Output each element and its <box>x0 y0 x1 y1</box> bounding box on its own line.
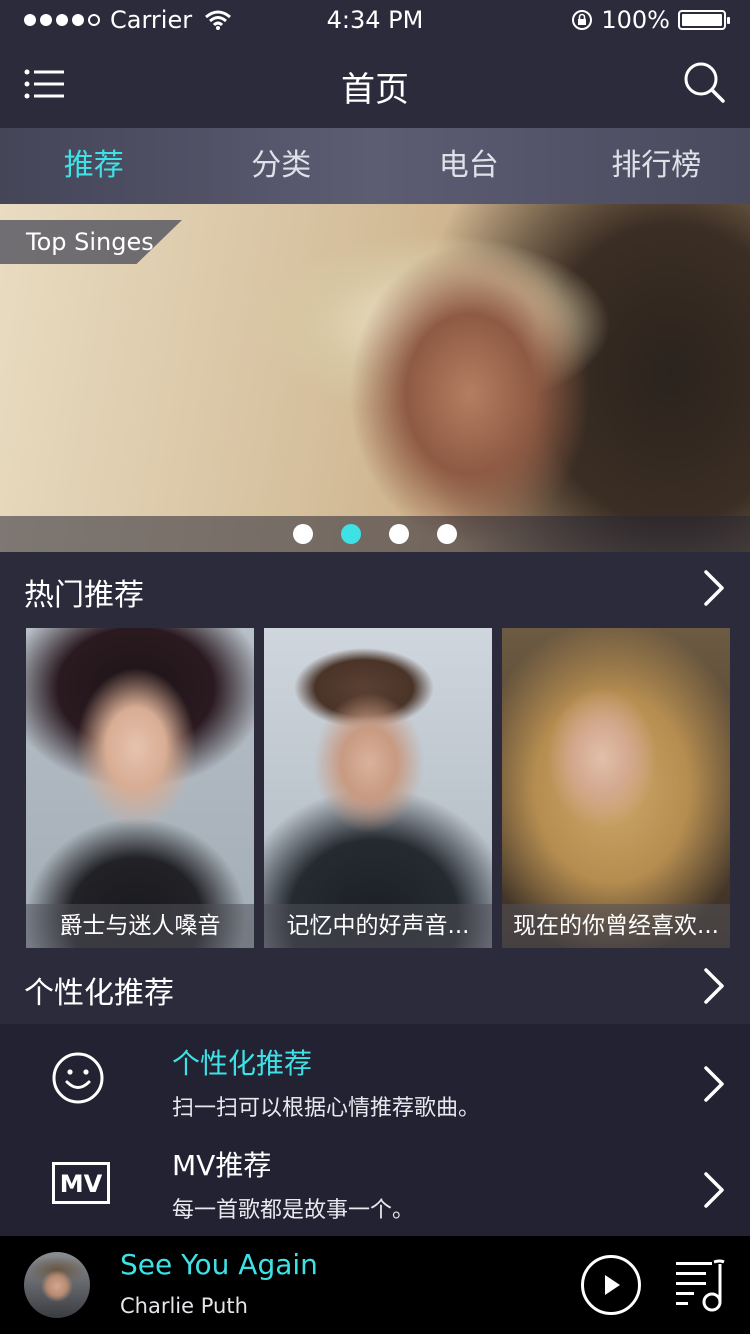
personal-row-title: 个性化推荐 <box>172 1047 313 1080</box>
banner-tag: Top Singes <box>0 220 182 264</box>
status-bar: Carrier 4:34 PM 100% <box>0 0 750 40</box>
personal-row-desc: 扫一扫可以根据心情推荐歌曲。 <box>172 1096 481 1121</box>
tab-bar: 推荐 分类 电台 排行榜 <box>0 128 750 204</box>
tab-recommend[interactable]: 推荐 <box>0 128 188 204</box>
search-icon[interactable] <box>682 60 726 104</box>
personal-list: 个性化推荐 扫一扫可以根据心情推荐歌曲。 MV MV推荐 每一首歌都是故事一个。 <box>0 1024 750 1236</box>
battery-icon <box>678 10 730 30</box>
song-artist: Charlie Puth <box>120 1294 248 1318</box>
personal-row[interactable]: MV MV推荐 每一首歌都是故事一个。 <box>0 1130 750 1236</box>
mv-icon: MV <box>52 1162 110 1204</box>
album-avatar[interactable] <box>24 1252 90 1318</box>
tab-ranking[interactable]: 排行榜 <box>563 128 750 204</box>
hot-card-caption: 爵士与迷人嗓音 <box>26 904 254 948</box>
page-title: 首页 <box>341 70 409 110</box>
pager-dot-active[interactable] <box>341 524 361 544</box>
hot-card-caption: 现在的你曾经喜欢... <box>502 904 730 948</box>
mini-player[interactable]: See You Again Charlie Puth <box>0 1236 750 1334</box>
play-button[interactable] <box>580 1254 642 1316</box>
hot-card[interactable]: 爵士与迷人嗓音 <box>26 628 254 948</box>
hot-section-title: 热门推荐 <box>24 578 144 613</box>
hot-list: 爵士与迷人嗓音 记忆中的好声音... 现在的你曾经喜欢... <box>26 628 730 950</box>
mv-icon-text: MV <box>60 1170 103 1198</box>
personal-more-arrow-icon[interactable] <box>702 966 726 1006</box>
tab-category[interactable]: 分类 <box>188 128 376 204</box>
tab-radio[interactable]: 电台 <box>375 128 563 204</box>
personal-section-title: 个性化推荐 <box>24 976 174 1011</box>
personal-row-desc: 每一首歌都是故事一个。 <box>172 1198 415 1223</box>
pager-dot[interactable] <box>389 524 409 544</box>
hot-card[interactable]: 记忆中的好声音... <box>264 628 492 948</box>
rotation-lock-icon <box>572 10 593 30</box>
song-title: See You Again <box>120 1248 318 1281</box>
banner-carousel[interactable]: Top Singes <box>0 204 750 552</box>
hot-card-caption: 记忆中的好声音... <box>264 904 492 948</box>
pager-dot[interactable] <box>293 524 313 544</box>
personal-row[interactable]: 个性化推荐 扫一扫可以根据心情推荐歌曲。 <box>0 1024 750 1130</box>
battery-percent: 100% <box>601 6 670 34</box>
chevron-right-icon <box>704 1066 724 1102</box>
carousel-pager <box>0 524 750 544</box>
hot-card[interactable]: 现在的你曾经喜欢... <box>502 628 730 948</box>
playlist-icon[interactable] <box>674 1258 726 1314</box>
battery-group: 100% <box>571 6 730 34</box>
smiley-icon <box>52 1052 104 1104</box>
nav-bar: 首页 <box>0 40 750 128</box>
hot-more-arrow-icon[interactable] <box>702 568 726 608</box>
personal-row-title: MV推荐 <box>172 1149 272 1182</box>
chevron-right-icon <box>704 1172 724 1208</box>
pager-dot[interactable] <box>437 524 457 544</box>
